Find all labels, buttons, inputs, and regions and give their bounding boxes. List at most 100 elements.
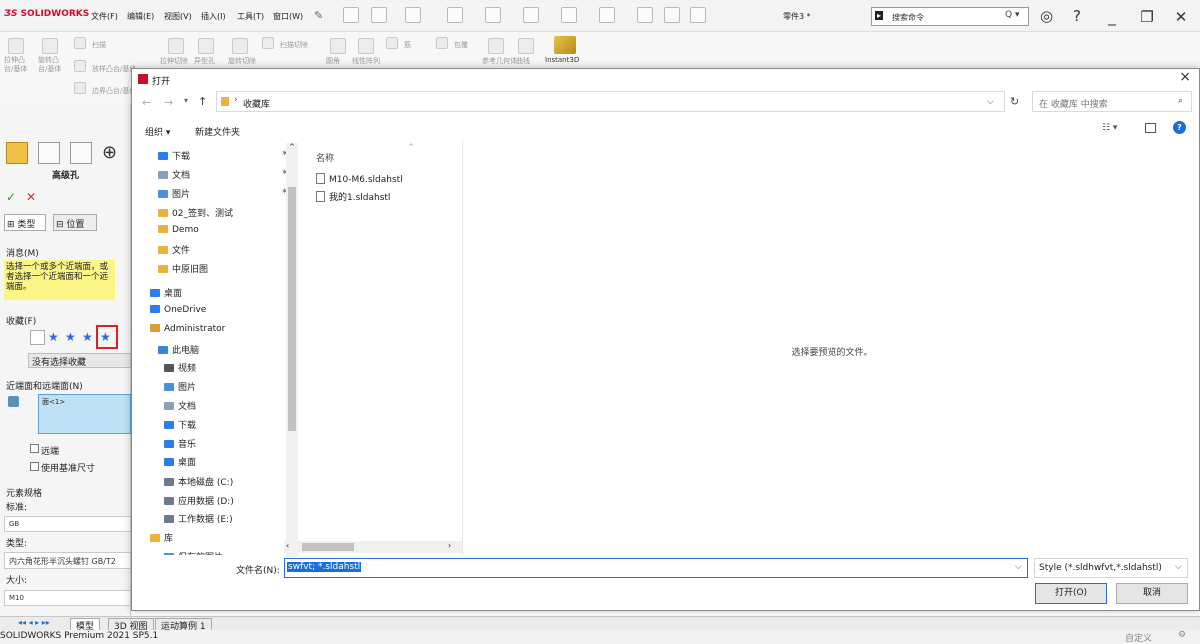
nav-item[interactable]: 文档 ✶ [158, 168, 289, 184]
nav-item[interactable]: 本地磁盘 (C:) [164, 475, 233, 491]
file-item[interactable]: 我的1.sldahstl [316, 190, 390, 203]
configuration-manager-icon[interactable] [70, 142, 92, 164]
up-arrow-icon[interactable]: ↑ [198, 95, 207, 108]
hscroll-right-icon[interactable]: › [448, 541, 451, 550]
nav-item[interactable]: 文件 [158, 243, 190, 259]
home-icon[interactable] [343, 7, 359, 23]
boundary-boss-icon[interactable] [74, 82, 86, 94]
status-customize[interactable]: 自定义 [1125, 631, 1152, 644]
nav-item[interactable]: 视频 [164, 361, 196, 377]
nav-item[interactable]: Demo [158, 225, 199, 241]
use-base-size-checkbox[interactable] [30, 462, 39, 471]
menu-view[interactable]: 视图(V) [164, 11, 192, 22]
ok-check-icon[interactable]: ✓ [6, 190, 16, 204]
tab-type[interactable]: ⊞ 类型 [4, 214, 46, 231]
organize-button[interactable]: 组织 ▾ [145, 125, 170, 138]
nav-item[interactable]: Administrator [150, 324, 225, 340]
file-item[interactable]: M10-M6.sldahstl [316, 173, 403, 185]
property-manager-icon[interactable] [38, 142, 60, 164]
fillet-icon[interactable] [330, 38, 346, 54]
refresh-icon[interactable]: ↻ [1010, 95, 1019, 108]
file-list-hscrollbar[interactable]: ‹ › [284, 541, 462, 553]
menu-edit[interactable]: 编辑(E) [127, 11, 154, 22]
nav-item[interactable]: 02_签到、测试 [158, 206, 233, 222]
filename-input[interactable]: swfvt; *.sldahstl ⌵ [284, 558, 1028, 578]
nav-item[interactable]: 中原旧图 [158, 262, 208, 278]
restore-button[interactable]: ❐ [1137, 8, 1157, 26]
view-options-icon[interactable]: ☷ ▾ [1102, 123, 1117, 133]
loft-icon[interactable] [74, 60, 86, 72]
favorite-star-icon[interactable]: ★ [48, 330, 59, 344]
favorite-add-icon[interactable] [30, 330, 45, 345]
navigation-scrollbar[interactable]: ^ ⌄ [286, 143, 298, 557]
extrude-cut-icon[interactable] [168, 38, 184, 54]
nav-item[interactable]: 库 [150, 531, 173, 547]
solidworks-logo[interactable]: ƷS SOLIDWORKS [4, 9, 89, 19]
swept-cut-icon[interactable] [262, 37, 274, 49]
column-header-name[interactable]: 名称 [316, 151, 334, 164]
status-settings-icon[interactable]: ⚙ [1178, 630, 1186, 640]
menu-insert[interactable]: 插入(I) [201, 11, 226, 22]
new-folder-button[interactable]: 新建文件夹 [195, 125, 240, 138]
minimize-button[interactable]: _ [1102, 8, 1122, 26]
dialog-close-button[interactable]: × [1179, 69, 1191, 85]
nav-item[interactable]: 此电脑 [158, 343, 199, 359]
nav-item[interactable]: 工作数据 (E:) [164, 512, 233, 528]
favorite-load-icon[interactable]: ★ [100, 330, 111, 344]
window-close-button[interactable]: ✕ [1171, 8, 1191, 26]
address-dropdown-icon[interactable]: ⌵ [987, 97, 994, 107]
open-button[interactable]: 打开(O) [1035, 583, 1107, 604]
far-end-checkbox[interactable] [30, 444, 39, 453]
nav-item[interactable]: 图片 [164, 380, 196, 396]
help-icon[interactable]: ? [1073, 7, 1081, 25]
breadcrumb[interactable]: 收藏库 [243, 97, 270, 110]
cancel-button[interactable]: 取消 [1116, 583, 1188, 604]
preview-pane-icon[interactable] [1145, 123, 1156, 133]
tab-position[interactable]: ⊟ 位置 [53, 214, 97, 231]
linear-pattern-icon[interactable] [358, 38, 374, 54]
back-arrow-icon[interactable]: ← [142, 96, 151, 109]
nav-item[interactable]: 桌面 [150, 286, 182, 302]
menu-window[interactable]: 窗口(W) [273, 11, 303, 22]
dialog-search-input[interactable]: 在 收藏库 中搜索 ⌕ [1032, 91, 1192, 112]
feature-tree-icon[interactable] [6, 142, 28, 164]
navigation-scroll-thumb[interactable] [288, 187, 296, 431]
tab-scroll-arrows-icon[interactable]: ◂◂ ◂ ▸ ▸▸ [18, 618, 50, 627]
nav-item[interactable]: 保存的图片 [164, 550, 223, 555]
nav-item[interactable]: 桌面 [164, 455, 196, 471]
standard-select[interactable]: GB [4, 516, 131, 532]
undo-icon[interactable] [523, 7, 539, 23]
pin-icon[interactable]: ✎ [314, 9, 323, 22]
favorite-select[interactable]: 没有选择收藏 [28, 353, 131, 368]
favorite-delete-icon[interactable]: ★ [82, 330, 93, 344]
print-icon[interactable] [485, 7, 501, 23]
revolve-cut-icon[interactable] [232, 38, 248, 54]
account-icon[interactable]: ◎ [1040, 7, 1053, 25]
sweep-icon[interactable] [74, 37, 86, 49]
scroll-up-icon[interactable]: ^ [287, 143, 297, 151]
dimxpert-crosshair-icon[interactable]: ⊕ [102, 142, 117, 163]
cancel-x-icon[interactable]: ✕ [26, 190, 36, 204]
favorite-update-icon[interactable]: ★ [65, 330, 76, 344]
file-properties-icon[interactable] [664, 7, 680, 23]
nav-item[interactable]: OneDrive [150, 305, 206, 321]
wrap-icon[interactable] [436, 37, 448, 49]
extrude-boss-icon[interactable] [8, 38, 24, 54]
hscroll-thumb[interactable] [302, 543, 354, 551]
save-icon[interactable] [447, 7, 463, 23]
nav-item[interactable]: 下载 ✶ [158, 149, 289, 165]
curves-icon[interactable] [518, 38, 534, 54]
type-select[interactable]: 内六角花形半沉头螺钉 GB/T2 [4, 552, 131, 569]
instant3d-icon[interactable] [554, 36, 576, 54]
forward-arrow-icon[interactable]: → [164, 96, 173, 109]
filetype-select[interactable]: Style (*.sldhwfvt,*.sldahstl) ⌵ [1034, 558, 1188, 578]
menu-tools[interactable]: 工具(T) [237, 11, 264, 22]
rebuild-icon[interactable] [637, 7, 653, 23]
rib-icon[interactable] [386, 37, 398, 49]
redo-icon[interactable] [561, 7, 577, 23]
nav-item[interactable]: 下载 [164, 418, 196, 434]
nav-item[interactable]: 音乐 [164, 437, 196, 453]
select-icon[interactable] [599, 7, 615, 23]
face-list[interactable]: 面<1> [38, 394, 131, 434]
size-select[interactable]: M10 [4, 590, 131, 606]
